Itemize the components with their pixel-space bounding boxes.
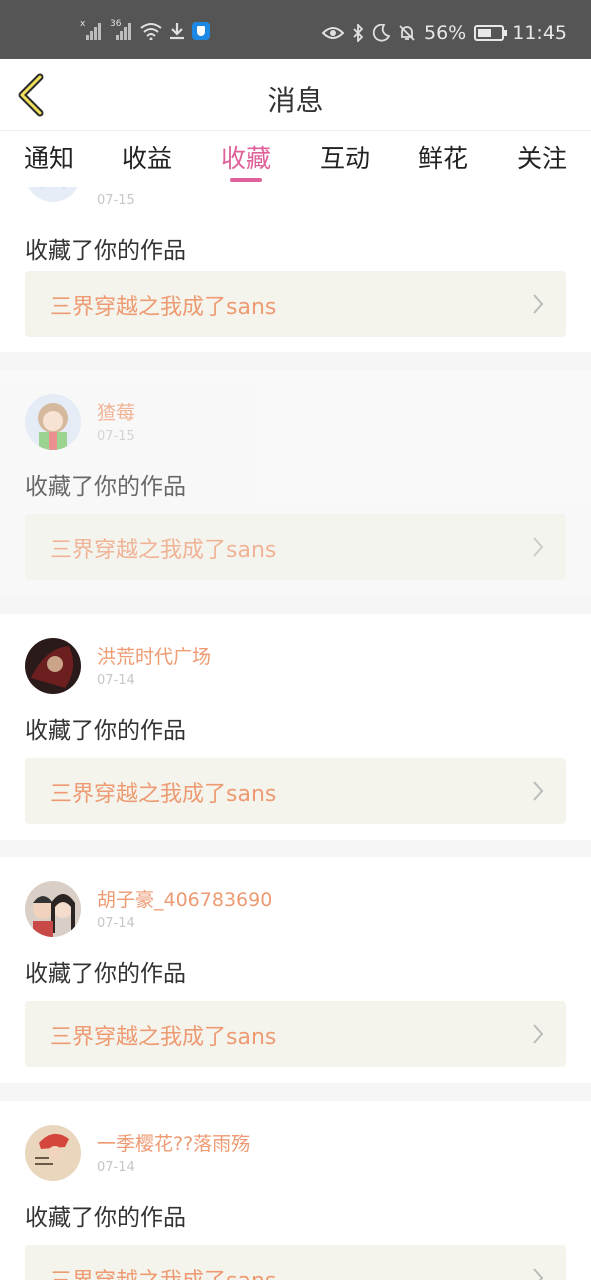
chevron-right-icon [533, 781, 544, 801]
tab-flowers[interactable]: 鲜花 [408, 139, 478, 175]
item-action: 收藏了你的作品 [25, 718, 186, 744]
list-item: 07-15 收藏了你的作品 三界穿越之我成了sans [0, 187, 591, 352]
work-link[interactable]: 三界穿越之我成了sans [25, 514, 566, 580]
item-username[interactable]: 洪荒时代广场 [97, 642, 211, 669]
clock: 11:45 [512, 22, 567, 44]
item-date: 07-14 [97, 673, 135, 688]
signal-tag: x [80, 19, 86, 29]
bluetooth-icon [353, 24, 364, 42]
wifi-icon [140, 23, 162, 40]
tab-following[interactable]: 关注 [507, 139, 577, 175]
work-link[interactable]: 三界穿越之我成了sans [25, 1245, 566, 1280]
list-item: 一季樱花??落雨殇 07-14 收藏了你的作品 三界穿越之我成了sans [0, 1101, 591, 1280]
work-title: 三界穿越之我成了sans [50, 782, 277, 807]
item-username[interactable]: 一季樱花??落雨殇 [97, 1129, 250, 1156]
work-title: 三界穿越之我成了sans [50, 295, 277, 320]
list-item: 胡子豪_406783690 07-14 收藏了你的作品 三界穿越之我成了sans [0, 857, 591, 1083]
mute-bell-icon [399, 25, 415, 41]
work-link[interactable]: 三界穿越之我成了sans [25, 758, 566, 824]
chevron-right-icon [533, 1268, 544, 1280]
chevron-right-icon [533, 294, 544, 314]
chevron-right-icon [533, 1024, 544, 1044]
avatar[interactable] [25, 638, 81, 694]
battery-icon [474, 25, 508, 41]
work-link[interactable]: 三界穿越之我成了sans [25, 1001, 566, 1067]
work-title: 三界穿越之我成了sans [50, 538, 277, 563]
work-title: 三界穿越之我成了sans [50, 1263, 276, 1280]
item-date: 07-15 [97, 193, 135, 208]
tab-bar: 通知 收益 收藏 互动 鲜花 关注 [0, 131, 591, 187]
moon-icon [372, 24, 390, 42]
tab-interactions[interactable]: 互动 [310, 139, 380, 175]
nav-header: 消息 [0, 59, 591, 131]
signal-icon: x [80, 19, 104, 40]
tab-earnings[interactable]: 收益 [112, 139, 182, 175]
avatar[interactable] [25, 187, 81, 202]
avatar[interactable] [25, 394, 81, 450]
favorites-feed[interactable]: 07-15 收藏了你的作品 三界穿越之我成了sans 猹莓 07-15 收藏了你… [0, 187, 591, 1280]
avatar[interactable] [25, 881, 81, 937]
signal-icon: 36 [110, 19, 134, 40]
download-icon [170, 23, 184, 40]
item-action: 收藏了你的作品 [25, 238, 186, 264]
item-action: 收藏了你的作品 [25, 474, 186, 500]
list-item: 猹莓 07-15 收藏了你的作品 三界穿越之我成了sans [0, 370, 591, 596]
item-date: 07-15 [97, 429, 135, 444]
battery-percent: 56% [424, 22, 467, 44]
item-username[interactable]: 胡子豪_406783690 [97, 885, 272, 912]
tab-notifications[interactable]: 通知 [14, 139, 84, 175]
item-date: 07-14 [97, 1160, 135, 1175]
list-item: 洪荒时代广场 07-14 收藏了你的作品 三界穿越之我成了sans [0, 614, 591, 840]
status-left-icons: x 36 [80, 19, 210, 40]
chevron-right-icon [533, 537, 544, 557]
network-type-tag: 36 [110, 19, 122, 29]
status-bar: x 36 56% 11:45 [0, 0, 591, 59]
shield-icon [192, 22, 210, 40]
work-link[interactable]: 三界穿越之我成了sans [25, 271, 566, 337]
item-action: 收藏了你的作品 [25, 961, 186, 987]
page-title: 消息 [267, 84, 324, 117]
eye-icon [322, 27, 344, 39]
work-title: 三界穿越之我成了sans [50, 1025, 277, 1050]
status-right-icons: 56% 11:45 [322, 22, 567, 44]
avatar[interactable] [25, 1125, 81, 1181]
item-action: 收藏了你的作品 [25, 1205, 186, 1231]
tab-favorites[interactable]: 收藏 [211, 139, 281, 175]
active-tab-indicator [230, 178, 262, 182]
item-date: 07-14 [97, 916, 135, 931]
item-username[interactable]: 猹莓 [97, 398, 135, 425]
